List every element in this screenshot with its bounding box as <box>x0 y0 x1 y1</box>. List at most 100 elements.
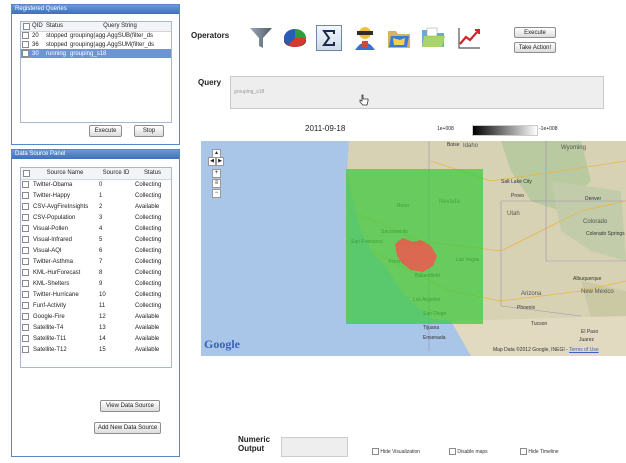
table-row[interactable]: Satellite-T4 13 Available <box>21 322 171 333</box>
row-checkbox[interactable] <box>22 312 29 320</box>
row-status: Collecting <box>135 192 162 199</box>
row-checkbox[interactable] <box>22 279 29 287</box>
folder-icon[interactable] <box>420 25 446 51</box>
row-source-name: Visual-AQI <box>33 247 62 254</box>
table-row[interactable]: Visual-Infrared 5 Collecting <box>21 234 171 245</box>
row-checkbox[interactable] <box>22 268 29 276</box>
hide-visualization-option[interactable]: Hide Visualization <box>372 448 420 455</box>
row-source-id: 11 <box>99 302 106 309</box>
numeric-output-field[interactable] <box>281 437 348 457</box>
row-status: Collecting <box>135 236 162 243</box>
disable-maps-option[interactable]: Disable maps <box>449 448 488 455</box>
map[interactable]: IdahoWyomingUtahNevadaColoradoArizonaNew… <box>201 141 626 356</box>
pie-chart-icon[interactable] <box>282 25 308 51</box>
filter-icon[interactable] <box>248 25 274 51</box>
table-row[interactable]: Twitter-Happy 1 Collecting <box>21 190 171 201</box>
table-row[interactable]: Twitter-Hurricane 10 Collecting <box>21 289 171 300</box>
person-icon[interactable] <box>352 25 378 51</box>
table-row-selected[interactable]: 30 running grouping_s18 <box>21 49 171 58</box>
table-row[interactable]: KML-HurForecast 8 Collecting <box>21 267 171 278</box>
terms-of-use-link[interactable]: Terms of Use <box>569 347 598 353</box>
registered-queries-table-container: QID Status Query String 20 stopped group… <box>20 21 172 123</box>
table-row[interactable]: 20 stopped grouping(agg.AggSUB(filter_ds <box>21 31 171 40</box>
take-action-button[interactable]: Take Action! <box>514 42 556 53</box>
zoom-out-icon[interactable]: − <box>212 189 221 198</box>
table-row[interactable]: Twitter-Obama 0 Collecting <box>21 179 171 190</box>
overlay-red-hotspot[interactable] <box>391 236 441 276</box>
row-status: Available <box>135 346 160 353</box>
select-all-checkbox[interactable] <box>23 169 30 177</box>
row-checkbox[interactable] <box>22 49 29 57</box>
row-checkbox[interactable] <box>22 181 29 189</box>
table-row[interactable]: Visual-Pollen 4 Collecting <box>21 223 171 234</box>
row-checkbox[interactable] <box>22 32 29 40</box>
row-source-name: KML-HurForecast <box>33 269 81 276</box>
row-checkbox[interactable] <box>22 40 29 48</box>
map-city-label: Phoenix <box>517 305 536 311</box>
row-checkbox[interactable] <box>22 301 29 309</box>
registered-queries-panel: Registered Queries QID Status Query Stri… <box>11 4 180 145</box>
table-row[interactable]: Google-Fire 12 Available <box>21 311 171 322</box>
row-checkbox[interactable] <box>22 246 29 254</box>
query-label: Query <box>198 78 222 87</box>
select-all-checkbox[interactable] <box>22 22 30 30</box>
zoom-in-icon[interactable]: + <box>212 169 221 178</box>
table-row[interactable]: Satellite-T11 14 Available <box>21 333 171 344</box>
table-row[interactable]: 36 stopped grouping(agg.AggSUM(filter_ds <box>21 40 171 49</box>
row-checkbox[interactable] <box>22 345 29 353</box>
line-chart-icon[interactable] <box>456 25 482 51</box>
folder-map-icon[interactable] <box>386 25 412 51</box>
queries-execute-button[interactable]: Execute <box>89 125 122 137</box>
table-row[interactable]: Funf-Activity 11 Collecting <box>21 300 171 311</box>
row-status: Available <box>135 335 160 342</box>
hide-visualization-checkbox[interactable] <box>372 448 379 455</box>
row-source-id: 5 <box>99 236 103 243</box>
row-source-name: Twitter-Asthma <box>33 258 74 265</box>
table-row[interactable]: CSV-Population 3 Collecting <box>21 212 171 223</box>
row-checkbox[interactable] <box>22 224 29 232</box>
row-source-name: Twitter-Happy <box>33 192 71 199</box>
pan-right-icon[interactable]: ▶ <box>216 157 224 166</box>
row-source-id: 0 <box>99 181 103 188</box>
table-row[interactable]: Twitter-Asthma 7 Collecting <box>21 256 171 267</box>
sum-icon[interactable] <box>316 25 342 51</box>
row-qid: 36 <box>32 41 39 48</box>
map-state-label: Arizona <box>521 291 542 297</box>
row-checkbox[interactable] <box>22 202 29 210</box>
table-row[interactable]: Satellite-T12 15 Available <box>21 344 171 355</box>
row-source-id: 13 <box>99 324 106 331</box>
row-checkbox[interactable] <box>22 334 29 342</box>
hide-timeline-checkbox[interactable] <box>520 448 527 455</box>
row-status: Collecting <box>135 225 162 232</box>
google-logo: Google <box>204 337 240 351</box>
table-row[interactable]: CSV-AvgFireInsights 2 Available <box>21 201 171 212</box>
disable-maps-checkbox[interactable] <box>449 448 456 455</box>
row-status: Available <box>135 203 160 210</box>
row-status: Collecting <box>135 291 162 298</box>
row-checkbox[interactable] <box>22 191 29 199</box>
add-new-data-source-button[interactable]: Add New Data Source <box>94 422 161 434</box>
cursor-icon <box>359 94 369 106</box>
row-checkbox[interactable] <box>22 290 29 298</box>
row-source-name: Visual-Pollen <box>33 225 68 232</box>
operators-execute-button[interactable]: Execute <box>514 27 556 38</box>
view-data-source-button[interactable]: View Data Source <box>100 400 160 412</box>
row-qid: 30 <box>32 50 39 57</box>
query-input[interactable]: grouping_s18 <box>230 76 604 109</box>
row-checkbox[interactable] <box>22 213 29 221</box>
row-checkbox[interactable] <box>22 323 29 331</box>
zoom-slider-icon[interactable]: ≡ <box>212 179 221 188</box>
col-header-status: Status <box>46 23 64 30</box>
pan-left-icon[interactable]: ◀ <box>208 157 216 166</box>
table-row[interactable]: Visual-AQI 6 Collecting <box>21 245 171 256</box>
hide-timeline-option[interactable]: Hide Timeline <box>520 448 559 455</box>
legend-max-label: -1e+008 <box>539 126 558 132</box>
row-checkbox[interactable] <box>22 257 29 265</box>
row-source-name: Satellite-T12 <box>33 346 67 353</box>
table-row[interactable]: KML-Shelters 9 Collecting <box>21 278 171 289</box>
col-header-source-name: Source Name <box>46 170 84 177</box>
row-checkbox[interactable] <box>22 235 29 243</box>
map-city-label: Salt Lake City <box>501 179 532 185</box>
queries-stop-button[interactable]: Stop <box>134 125 164 137</box>
row-source-id: 15 <box>99 346 106 353</box>
